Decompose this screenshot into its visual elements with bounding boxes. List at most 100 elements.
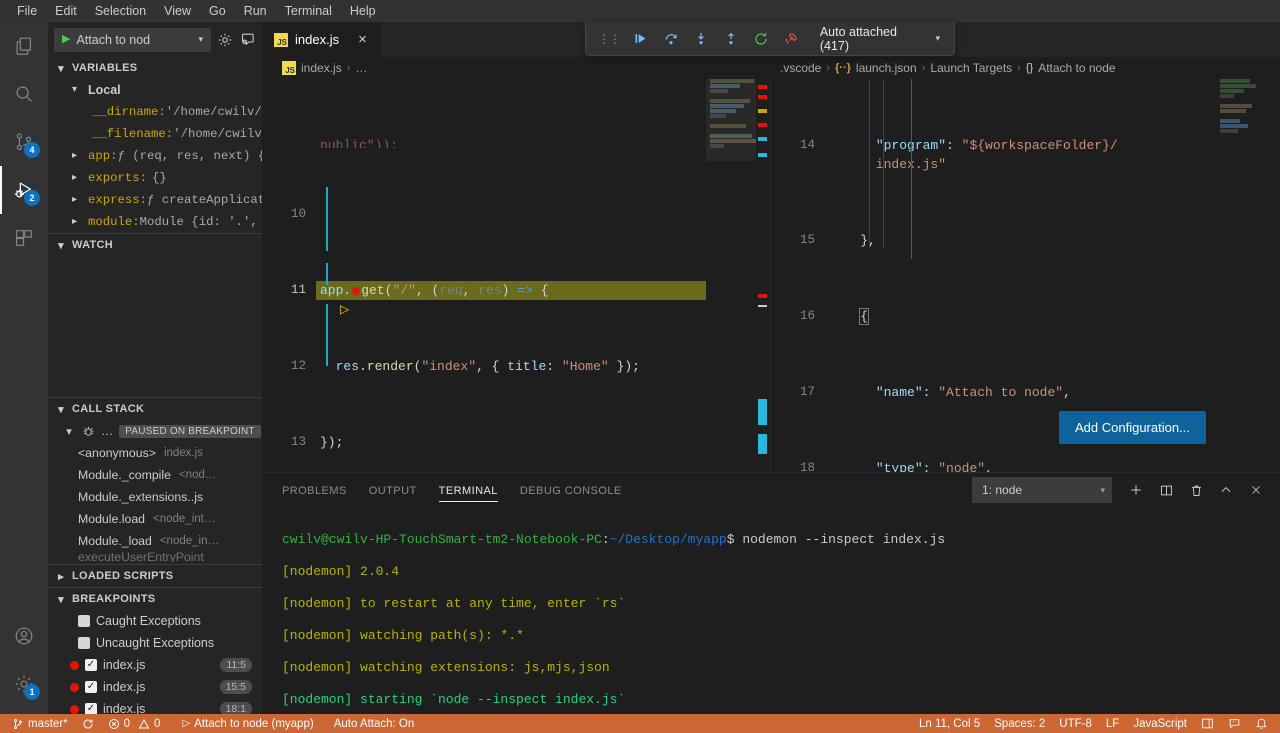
add-configuration-button[interactable]: Add Configuration...	[1059, 411, 1206, 444]
status-indentation[interactable]: Spaces: 2	[987, 714, 1052, 733]
extensions-icon[interactable]	[0, 214, 48, 262]
menu-terminal[interactable]: Terminal	[276, 0, 341, 22]
call-stack-frame[interactable]: Module._extensions..js	[48, 486, 262, 508]
menu-help[interactable]: Help	[341, 0, 385, 22]
code-editor-index-js[interactable]: public")); 10 ▷ 11 app. get("/", (req, re…	[262, 79, 770, 472]
terminal-output[interactable]: cwilv@cwilv-HP-TouchSmart-tm2-Notebook-P…	[262, 508, 1280, 733]
accounts-icon[interactable]	[0, 612, 48, 660]
warning-icon	[138, 718, 150, 730]
variable-row[interactable]: ▸ exports: {}	[48, 167, 262, 189]
settings-gear-icon[interactable]: 1	[0, 660, 48, 708]
menu-selection[interactable]: Selection	[86, 0, 155, 22]
call-stack-thread[interactable]: ▾ … PAUSED ON BREAKPOINT	[48, 420, 262, 442]
variable-name: app:	[88, 149, 118, 163]
menu-edit[interactable]: Edit	[46, 0, 86, 22]
breadcrumb-file[interactable]: index.js	[301, 61, 342, 75]
call-stack-frame[interactable]: Module.load <node_int…	[48, 508, 262, 530]
checkbox-icon[interactable]	[78, 615, 90, 627]
breakpoint-item[interactable]: ✓ index.js 18:1	[48, 698, 262, 714]
split-terminal-icon[interactable]	[1152, 477, 1180, 503]
status-sync[interactable]	[75, 714, 101, 733]
breakpoint-label: Caught Exceptions	[96, 614, 201, 628]
menu-view[interactable]: View	[155, 0, 200, 22]
variable-row[interactable]: ▸ app: ƒ (req, res, next) {\…	[48, 145, 262, 167]
status-problems[interactable]: 0 0	[101, 714, 168, 733]
status-eol[interactable]: LF	[1099, 714, 1126, 733]
tab-terminal[interactable]: TERMINAL	[438, 473, 499, 508]
section-watch[interactable]: ▾ WATCH	[48, 234, 262, 256]
status-language-mode[interactable]: JavaScript	[1126, 714, 1194, 733]
overview-ruler-right[interactable]	[1266, 79, 1280, 472]
variable-row[interactable]: __filename: '/home/cwilv/D…	[48, 123, 262, 145]
checkbox-icon[interactable]: ✓	[85, 659, 97, 671]
tab-index-js[interactable]: JS index.js ×	[262, 22, 382, 57]
call-stack-frame[interactable]: executeUserEntryPoint	[48, 552, 262, 562]
step-over-button[interactable]	[656, 26, 686, 52]
menu-run[interactable]: Run	[235, 0, 276, 22]
status-cursor-position[interactable]: Ln 11, Col 5	[912, 714, 987, 733]
debug-console-icon[interactable]	[239, 31, 256, 48]
inline-breakpoint-icon[interactable]	[352, 286, 361, 295]
section-call-stack[interactable]: ▾ CALL STACK	[48, 398, 262, 420]
checkbox-icon[interactable]: ✓	[85, 703, 97, 714]
breakpoint-item[interactable]: ✓ index.js 15:5	[48, 676, 262, 698]
breakpoint-item[interactable]: ✓ index.js 11:5	[48, 654, 262, 676]
maximize-panel-icon[interactable]	[1212, 477, 1240, 503]
terminal-select[interactable]: 1: node ▾	[972, 477, 1112, 503]
close-panel-icon[interactable]	[1242, 477, 1270, 503]
step-into-button[interactable]	[686, 26, 716, 52]
status-notifications-bell-icon[interactable]	[1248, 714, 1280, 733]
status-feedback-icon[interactable]	[1221, 714, 1248, 733]
status-toggle-panel-icon[interactable]	[1194, 714, 1221, 733]
kill-terminal-icon[interactable]	[1182, 477, 1210, 503]
debug-session-select[interactable]: Auto attached (417) ▾	[812, 25, 948, 53]
status-branch[interactable]: master*	[0, 714, 75, 733]
status-encoding[interactable]: UTF-8	[1052, 714, 1099, 733]
call-stack-frame[interactable]: Module._compile <nod…	[48, 464, 262, 486]
drag-handle-icon[interactable]: ⋮⋮	[592, 32, 626, 46]
checkbox-icon[interactable]: ✓	[85, 681, 97, 693]
menu-bar: File Edit Selection View Go Run Terminal…	[0, 0, 1280, 22]
new-terminal-icon[interactable]	[1122, 477, 1150, 503]
call-stack-frame[interactable]: Module._load <node_in…	[48, 530, 262, 552]
status-debug-target[interactable]: ▷ Attach to node (myapp)	[175, 714, 320, 733]
menu-file[interactable]: File	[8, 0, 46, 22]
breadcrumb-folder[interactable]: .vscode	[780, 61, 821, 75]
menu-go[interactable]: Go	[200, 0, 235, 22]
section-breakpoints[interactable]: ▾ BREAKPOINTS	[48, 588, 262, 610]
breadcrumb-file[interactable]: launch.json	[856, 61, 917, 75]
variable-row[interactable]: ▸ module: Module {id: '.', p…	[48, 211, 262, 233]
run-and-debug-icon[interactable]: 2	[0, 166, 48, 214]
tab-output[interactable]: OUTPUT	[369, 473, 417, 508]
open-launch-json-gear-icon[interactable]	[217, 32, 233, 48]
code-line: 17 "name": "Attach to node",	[771, 383, 1280, 402]
launch-config-select[interactable]: ▶ Attach to nod ▾	[54, 27, 211, 52]
explorer-icon[interactable]	[0, 22, 48, 70]
disconnect-button[interactable]	[776, 26, 806, 52]
overview-ruler-left[interactable]	[756, 79, 770, 472]
restart-button[interactable]	[746, 26, 776, 52]
breakpoint-caught-exceptions[interactable]: Caught Exceptions	[48, 610, 262, 632]
checkbox-icon[interactable]	[78, 637, 90, 649]
minimap-right[interactable]	[1216, 79, 1266, 472]
step-out-button[interactable]	[716, 26, 746, 52]
search-icon[interactable]	[0, 70, 48, 118]
tab-debug-console[interactable]: DEBUG CONSOLE	[520, 473, 622, 508]
breakpoint-uncaught-exceptions[interactable]: Uncaught Exceptions	[48, 632, 262, 654]
source-control-icon[interactable]: 4	[0, 118, 48, 166]
variable-row[interactable]: __dirname: '/home/cwilv/De…	[48, 101, 262, 123]
status-branch-label: master*	[28, 717, 68, 730]
scope-local[interactable]: ▾ Local	[48, 79, 262, 101]
section-variables[interactable]: ▾ VARIABLES	[48, 57, 262, 79]
breadcrumb-symbol[interactable]: Attach to node	[1038, 61, 1115, 75]
breadcrumb-symbol[interactable]: …	[355, 61, 367, 75]
variable-row[interactable]: ▸ express: ƒ createApplicati…	[48, 189, 262, 211]
breadcrumb-symbol[interactable]: Launch Targets	[930, 61, 1012, 75]
chevron-down-icon: ▾	[58, 239, 64, 252]
continue-button[interactable]	[626, 26, 656, 52]
tab-problems[interactable]: PROBLEMS	[282, 473, 347, 508]
section-loaded-scripts[interactable]: ▸ LOADED SCRIPTS	[48, 565, 262, 587]
close-icon[interactable]: ×	[358, 32, 367, 47]
status-auto-attach[interactable]: Auto Attach: On	[327, 714, 422, 733]
call-stack-frame[interactable]: <anonymous> index.js	[48, 442, 262, 464]
